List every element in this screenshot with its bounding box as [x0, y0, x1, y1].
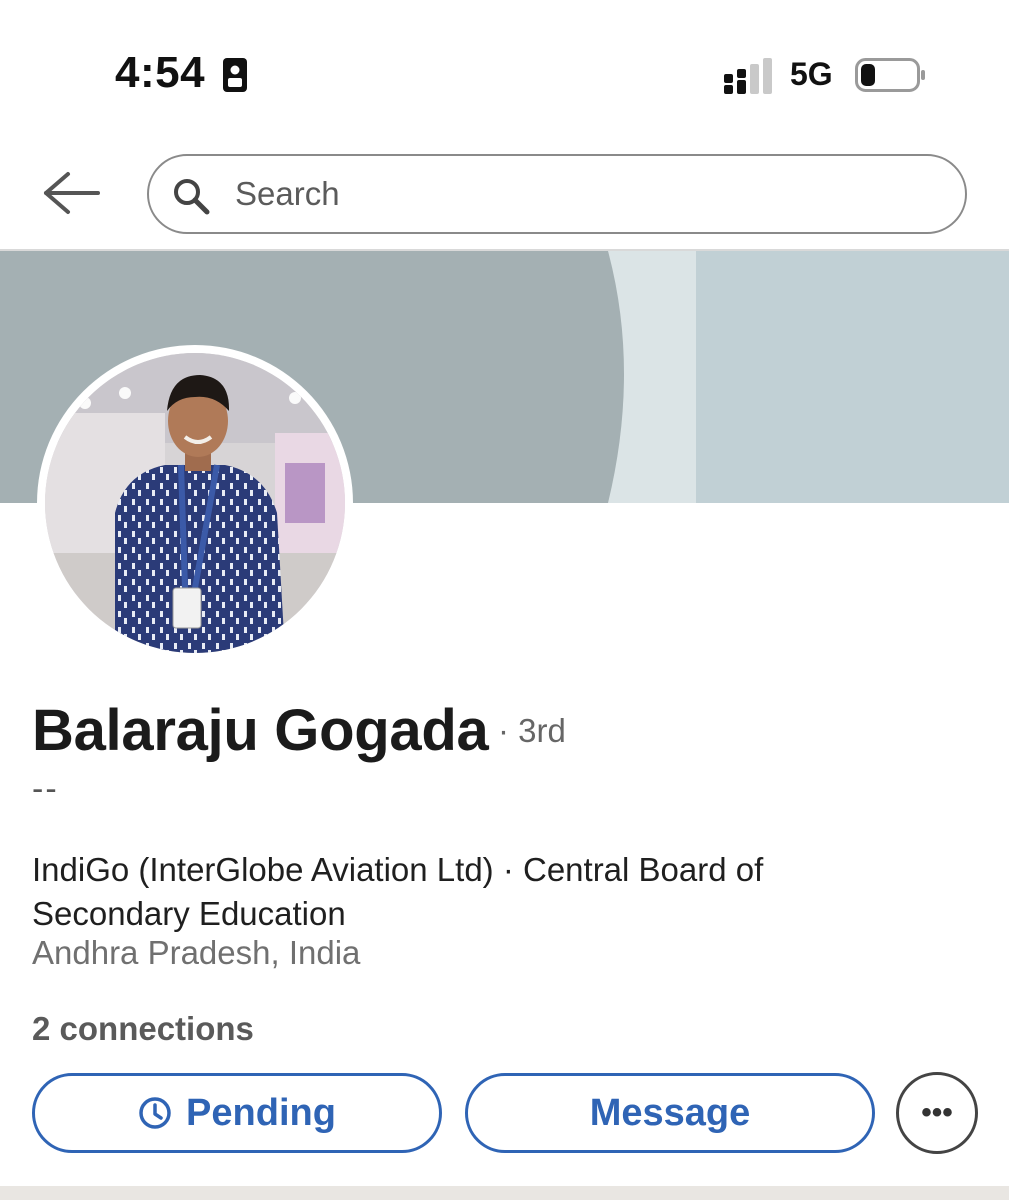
connections-count[interactable]: 2 connections	[32, 1010, 254, 1048]
signal-bars-icon	[724, 58, 772, 94]
battery-icon	[855, 58, 925, 92]
search-icon	[174, 179, 210, 215]
profile-organizations[interactable]: IndiGo (InterGlobe Aviation Ltd) · Centr…	[32, 848, 892, 936]
pending-label: Pending	[186, 1091, 336, 1134]
search-input[interactable]	[235, 168, 935, 220]
more-dots-icon: •••	[921, 1096, 953, 1129]
message-label: Message	[589, 1091, 751, 1134]
status-bar: 4:54 5G	[0, 0, 1009, 120]
sim-card-icon	[223, 58, 247, 92]
search-bar[interactable]	[147, 154, 967, 234]
profile-location: Andhra Pradesh, India	[32, 934, 361, 971]
network-type: 5G	[790, 56, 833, 92]
clock-icon	[139, 1097, 171, 1129]
profile-photo-image	[45, 353, 345, 653]
message-button[interactable]: Message	[465, 1073, 875, 1153]
status-time: 4:54	[115, 48, 206, 97]
profile-photo[interactable]	[37, 345, 353, 661]
profile-headline: --	[32, 770, 59, 808]
back-arrow-icon[interactable]	[38, 168, 102, 218]
bottom-section-divider	[0, 1186, 1009, 1200]
connection-degree: · 3rd	[498, 712, 566, 749]
pending-button[interactable]: Pending	[32, 1073, 442, 1153]
more-options-button[interactable]: •••	[896, 1072, 978, 1154]
profile-name: Balaraju Gogada	[32, 698, 489, 763]
